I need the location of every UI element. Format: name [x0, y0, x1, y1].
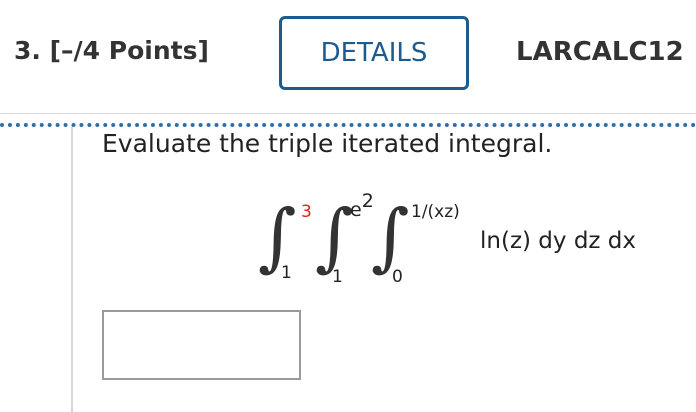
answer-input[interactable] [102, 310, 301, 380]
integrand: ln(z) dy dz dx [480, 228, 637, 254]
details-button[interactable]: DETAILS [279, 16, 469, 90]
middle-integral-sign: ∫ [315, 194, 354, 280]
inner-upper-limit: 1/(xz) [411, 202, 460, 222]
middle-upper-base: e [350, 199, 362, 221]
left-gutter-line [71, 127, 73, 412]
middle-lower-limit: 1 [332, 267, 343, 287]
question-header: 3. [–/4 Points] DETAILS LARCALC12 [0, 0, 696, 114]
question-prompt: Evaluate the triple iterated integral. [102, 129, 553, 158]
outer-lower-limit: 1 [281, 263, 292, 283]
inner-lower-limit: 0 [392, 267, 403, 287]
inner-integral-sign: ∫ [371, 194, 410, 280]
outer-upper-limit: 3 [301, 202, 312, 222]
question-number-points: 3. [–/4 Points] [14, 36, 209, 65]
course-code: LARCALC12 [516, 37, 684, 67]
dotted-divider [0, 123, 696, 127]
